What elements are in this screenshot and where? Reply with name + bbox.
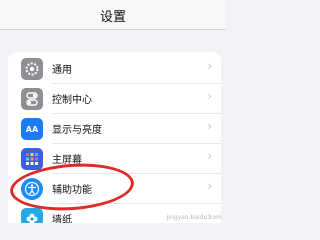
gear-icon — [21, 58, 43, 80]
settings-row-label: 显示与亮度 — [52, 125, 102, 136]
chevron-right-icon: › — [207, 119, 212, 133]
settings-row-general[interactable]: 通用 › — [8, 54, 221, 84]
toggle-switches-icon — [21, 88, 43, 110]
navigation-bar: 设置 — [0, 0, 226, 30]
settings-row-control-center[interactable]: 控制中心 › — [8, 84, 221, 114]
home-screen-grid-icon — [21, 148, 43, 170]
chevron-right-icon: › — [207, 179, 212, 193]
settings-row-label: 墙纸 — [52, 215, 72, 223]
settings-screen: 设置 通用 › 控制中心 › AA 显示与亮度 › 主屏幕 › 辅助功能 › 墙… — [0, 0, 226, 223]
settings-row-label: 控制中心 — [52, 95, 92, 106]
wallpaper-flower-icon — [21, 208, 43, 223]
chevron-right-icon: › — [207, 59, 212, 73]
settings-row-display-brightness[interactable]: AA 显示与亮度 › — [8, 114, 221, 144]
page-title: 设置 — [99, 10, 126, 25]
chevron-right-icon: › — [207, 89, 212, 103]
watermark: jingyan.baidu.com — [166, 214, 222, 221]
text-size-aa-icon: AA — [21, 118, 43, 140]
chevron-right-icon: › — [207, 149, 212, 163]
settings-row-label: 通用 — [52, 65, 72, 76]
